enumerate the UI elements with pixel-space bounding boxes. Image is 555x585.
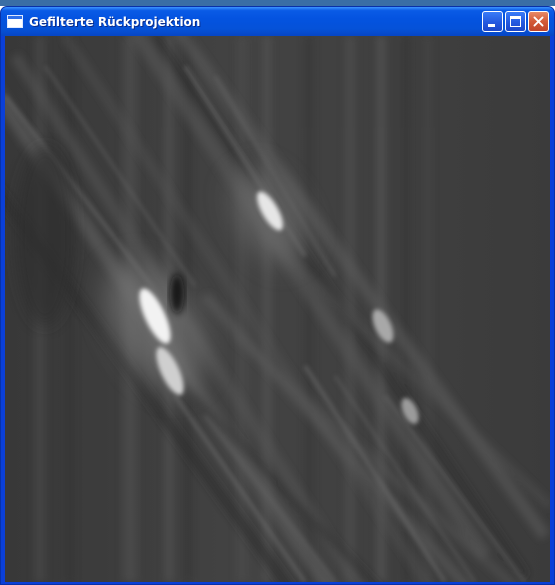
close-button[interactable] bbox=[528, 11, 549, 32]
window-icon[interactable] bbox=[7, 15, 23, 28]
minimize-icon bbox=[488, 24, 495, 27]
close-icon bbox=[533, 16, 544, 27]
reconstruction-canvas bbox=[5, 36, 550, 582]
title-bar[interactable]: Gefilterte Rückprojektion bbox=[1, 7, 554, 36]
maximize-button[interactable] bbox=[505, 11, 526, 32]
maximize-icon bbox=[510, 16, 521, 27]
window-controls bbox=[482, 11, 549, 32]
minimize-button[interactable] bbox=[482, 11, 503, 32]
window-title: Gefilterte Rückprojektion bbox=[29, 14, 201, 29]
app-window: Gefilterte Rückprojektion bbox=[0, 6, 555, 585]
reconstruction-image bbox=[5, 36, 550, 582]
